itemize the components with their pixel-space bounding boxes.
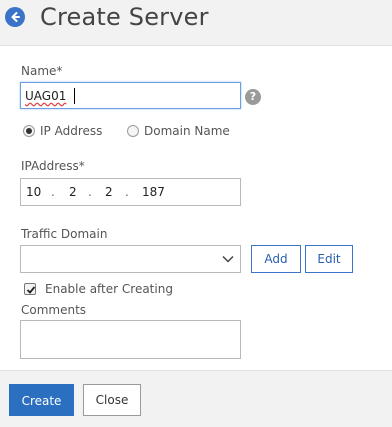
radio-domain-name-label[interactable]: Domain Name [144, 124, 230, 138]
traffic-domain-select[interactable] [20, 245, 241, 273]
edit-button[interactable]: Edit [305, 245, 353, 273]
ip-separator: . [51, 185, 55, 199]
form-panel: Name* UAG01 ? IP Address Domain Name IPA… [0, 45, 392, 371]
enable-label[interactable]: Enable after Creating [45, 282, 173, 296]
help-icon[interactable]: ? [245, 89, 261, 105]
ip-separator: . [88, 185, 92, 199]
close-button[interactable]: Close [83, 384, 141, 416]
name-input[interactable]: UAG01 [20, 82, 241, 109]
add-button[interactable]: Add [251, 245, 301, 273]
checkmark-icon [26, 286, 36, 294]
traffic-domain-label: Traffic Domain [21, 227, 108, 241]
create-button[interactable]: Create [9, 384, 74, 416]
back-button[interactable] [5, 7, 25, 27]
name-label: Name* [21, 64, 63, 78]
text-caret [74, 88, 75, 104]
comments-textarea[interactable] [20, 320, 241, 359]
ip-octet-3[interactable]: 2 [105, 185, 113, 199]
radio-domain-name[interactable] [127, 125, 139, 137]
page-title: Create Server [40, 3, 209, 31]
chevron-down-icon [222, 255, 234, 263]
ip-octet-4[interactable]: 187 [142, 185, 165, 199]
ipaddress-label: IPAddress* [21, 159, 85, 173]
footer: Create Close [0, 372, 392, 427]
back-arrow-icon [11, 12, 20, 22]
ip-octet-2[interactable]: 2 [69, 185, 77, 199]
enable-checkbox[interactable] [24, 283, 36, 295]
ipaddress-input[interactable]: 10 . 2 . 2 . 187 [20, 178, 241, 206]
comments-label: Comments [21, 303, 87, 317]
radio-ip-address[interactable] [23, 125, 35, 137]
radio-ip-address-label[interactable]: IP Address [40, 124, 102, 138]
ip-separator: . [125, 185, 129, 199]
name-value: UAG01 [25, 89, 67, 103]
header: Create Server [0, 0, 392, 44]
ip-octet-1[interactable]: 10 [26, 185, 41, 199]
